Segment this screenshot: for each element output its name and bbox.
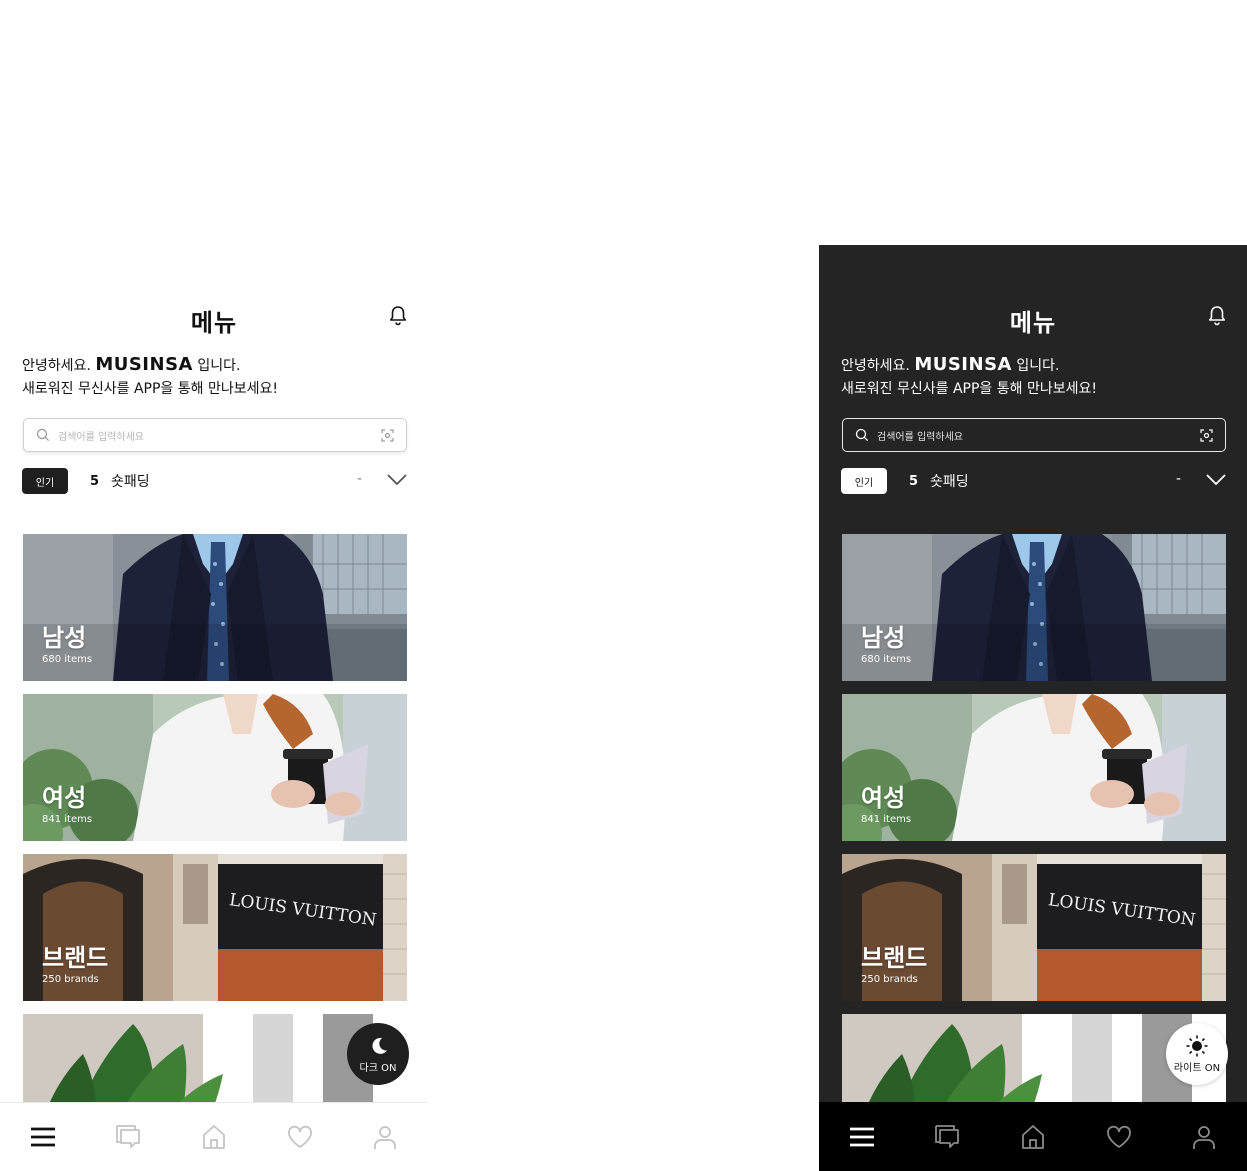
popular-badge: 인기 <box>841 468 887 494</box>
greeting-suffix: 입니다. <box>197 358 241 374</box>
category-count: 680 items <box>861 654 912 665</box>
tab-my-page[interactable] <box>1161 1102 1247 1171</box>
trending-keyword[interactable]: 인기 5 숏패딩 - <box>841 468 1227 494</box>
greeting: 안녕하세요. MUSINSA 입니다. 새로워진 무신사를 APP을 통해 만나… <box>841 353 1097 401</box>
chevron-down-icon[interactable] <box>387 473 407 487</box>
category-card-brand[interactable]: LOUIS VUITTON 브랜드 250 brands <box>23 854 407 1001</box>
category-card-women[interactable]: 여성 841 items <box>23 694 407 841</box>
tab-menu[interactable] <box>819 1102 905 1171</box>
moon-icon <box>372 1037 387 1054</box>
category-card-women[interactable]: 여성 841 items <box>842 694 1226 841</box>
chevron-down-icon[interactable] <box>1206 473 1226 487</box>
greeting-suffix: 입니다. <box>1016 358 1060 374</box>
search-icon <box>855 428 869 442</box>
home-icon <box>1022 1124 1044 1149</box>
chat-icon <box>116 1125 141 1148</box>
category-name: 여성 <box>42 784 87 812</box>
greeting: 안녕하세요. MUSINSA 입니다. 새로워진 무신사를 APP을 통해 만나… <box>22 353 278 401</box>
popular-badge: 인기 <box>22 468 68 494</box>
greeting-line2: 새로워진 무신사를 APP을 통해 만나보세요! <box>841 381 1097 397</box>
trend-rank: 5 <box>90 473 100 489</box>
category-count: 841 items <box>861 814 912 825</box>
search-input[interactable]: 검색어를 입력하세요 <box>842 418 1226 452</box>
tab-home[interactable] <box>171 1103 257 1171</box>
search-placeholder: 검색어를 입력하세요 <box>58 431 144 443</box>
bottom-tab-bar <box>0 1102 428 1171</box>
category-count: 250 brands <box>42 974 99 985</box>
trend-change: - <box>1176 471 1182 487</box>
chat-icon <box>935 1124 960 1148</box>
category-card-men[interactable]: 남성 680 items <box>23 534 407 681</box>
sun-icon <box>1186 1035 1208 1056</box>
page-title: 메뉴 <box>190 309 238 337</box>
heart-icon <box>1106 1125 1131 1148</box>
tab-my-page[interactable] <box>342 1103 428 1171</box>
page-title: 메뉴 <box>1009 309 1057 337</box>
user-icon <box>374 1126 397 1149</box>
bottom-tab-bar <box>819 1102 1247 1171</box>
menu-icon <box>849 1127 874 1146</box>
dark-theme-screen: 메뉴 안녕하세요. MUSINSA 입니다. 새로워진 무신사를 APP을 통해… <box>819 245 1247 1171</box>
trend-keyword: 숏패딩 <box>930 474 969 490</box>
brand-name: MUSINSA <box>914 354 1012 375</box>
trend-keyword: 숏패딩 <box>111 474 150 490</box>
scan-icon[interactable] <box>1200 428 1213 442</box>
tab-community[interactable] <box>905 1102 991 1171</box>
bell-icon[interactable] <box>388 305 408 327</box>
tab-menu[interactable] <box>0 1103 86 1171</box>
category-card-men[interactable]: 남성 680 items <box>842 534 1226 681</box>
category-count: 250 brands <box>861 974 918 985</box>
category-name: 남성 <box>42 624 87 652</box>
trend-rank: 5 <box>909 473 919 489</box>
light-mode-toggle[interactable]: 라이트 ON <box>1166 1023 1228 1085</box>
category-name: 남성 <box>861 624 906 652</box>
trend-change: - <box>357 471 363 487</box>
menu-icon <box>30 1127 55 1147</box>
toggle-label: 다크 ON <box>359 1062 397 1074</box>
trending-keyword[interactable]: 인기 5 숏패딩 - <box>22 468 408 494</box>
greeting-prefix: 안녕하세요. <box>841 358 910 374</box>
heart-icon <box>287 1125 312 1148</box>
dark-mode-toggle[interactable]: 다크 ON <box>347 1023 409 1085</box>
category-count: 841 items <box>42 814 93 825</box>
toggle-label: 라이트 ON <box>1173 1062 1221 1074</box>
greeting-line2: 새로워진 무신사를 APP을 통해 만나보세요! <box>22 381 278 397</box>
user-icon <box>1193 1125 1216 1149</box>
home-icon <box>203 1125 225 1149</box>
category-card-brand[interactable]: LOUIS VUITTON 브랜드 250 brands <box>842 854 1226 1001</box>
tab-wishlist[interactable] <box>1076 1102 1162 1171</box>
search-icon <box>36 428 50 442</box>
search-placeholder: 검색어를 입력하세요 <box>877 431 963 443</box>
bell-icon[interactable] <box>1207 305 1227 327</box>
category-name: 브랜드 <box>861 944 928 972</box>
tab-wishlist[interactable] <box>257 1103 343 1171</box>
tab-community[interactable] <box>86 1103 172 1171</box>
search-input[interactable]: 검색어를 입력하세요 <box>23 418 407 452</box>
tab-home[interactable] <box>990 1102 1076 1171</box>
category-name: 여성 <box>861 784 906 812</box>
brand-name: MUSINSA <box>95 354 193 375</box>
header: 메뉴 <box>819 297 1247 337</box>
scan-icon[interactable] <box>381 428 394 442</box>
header: 메뉴 <box>0 297 428 337</box>
category-count: 680 items <box>42 654 93 665</box>
category-name: 브랜드 <box>42 944 109 972</box>
greeting-prefix: 안녕하세요. <box>22 358 91 374</box>
light-theme-screen: 메뉴 안녕하세요. MUSINSA 입니다. 새로워진 무신사를 APP을 통해… <box>0 245 428 1171</box>
